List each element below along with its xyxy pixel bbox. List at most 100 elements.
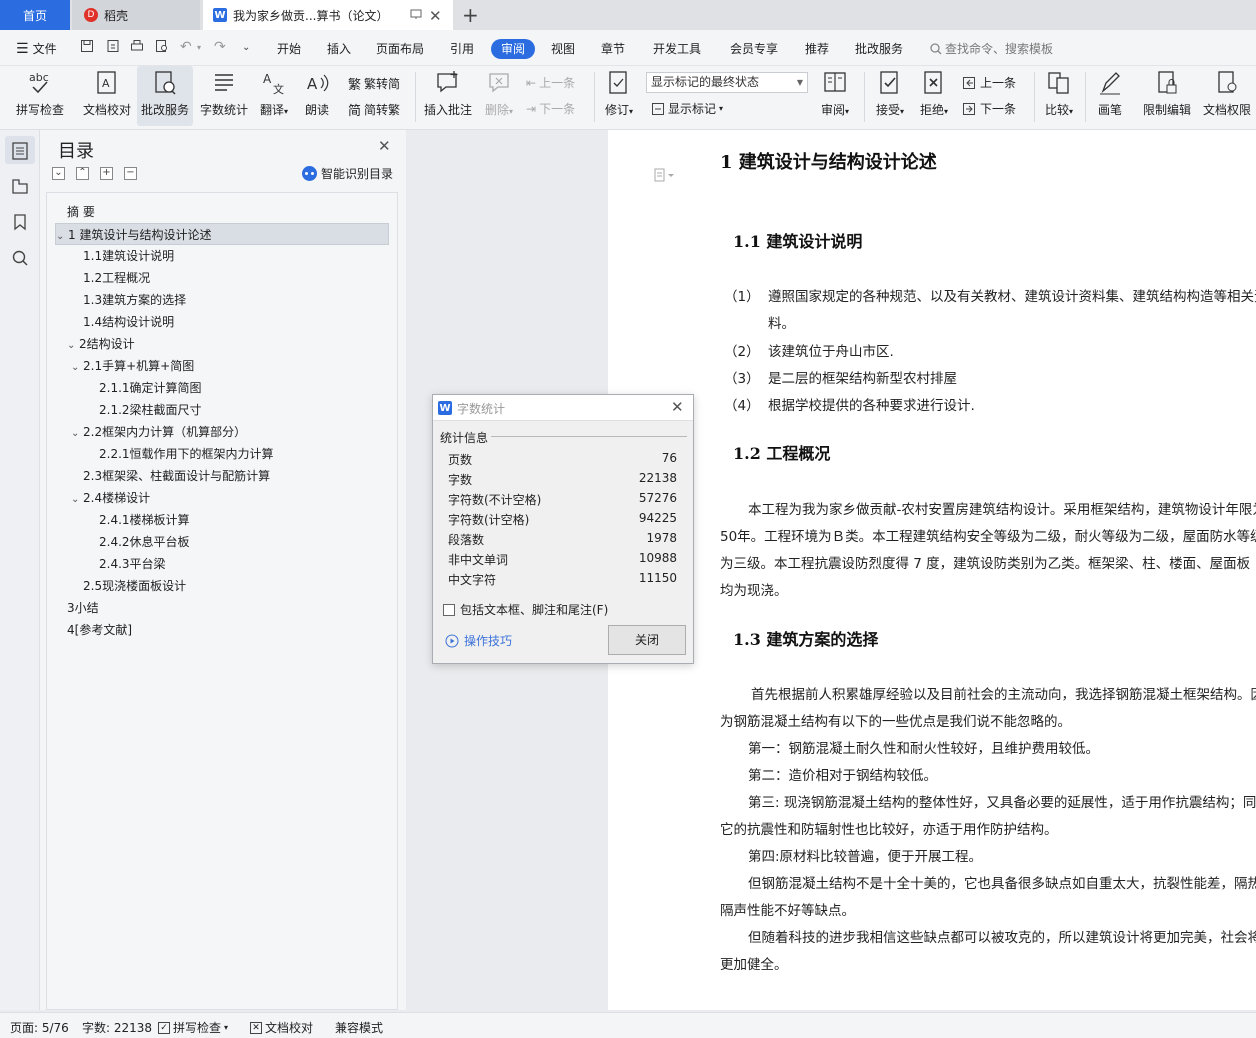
toc-item[interactable]: ⌄ 2.1手算+机算+简图 (71, 355, 194, 377)
close-button[interactable]: 关闭 (608, 625, 686, 655)
customize-chevron-icon[interactable]: ⌄ (242, 42, 250, 53)
tab-document[interactable]: W 我为家乡做贡...算书（论文） ✕ (203, 0, 453, 30)
tab-daoke[interactable]: D 稻壳 (72, 0, 200, 30)
redo-icon[interactable]: ↷ (214, 39, 226, 55)
spellcheck-button[interactable]: abc 拼写检查 (8, 66, 72, 126)
prev-change-button[interactable]: 上一条 (962, 74, 1016, 91)
toc-item[interactable]: 2.2.1恒载作用下的框架内力计算 (99, 443, 274, 465)
new-tab-icon[interactable]: + (462, 3, 479, 27)
menu-view[interactable]: 视图 (551, 40, 575, 57)
close-icon[interactable]: ✕ (378, 137, 391, 155)
print-preview-icon[interactable] (155, 39, 169, 53)
expand-up-icon[interactable]: ⌃ (76, 167, 89, 180)
toc-item[interactable]: 4[参考文献] (67, 619, 132, 641)
paragraph-options-icon[interactable] (654, 168, 676, 182)
export-pdf-icon[interactable] (106, 39, 120, 53)
restrict-edit-button[interactable]: 限制编辑 (1140, 66, 1194, 126)
pen-button[interactable]: 画笔 (1092, 66, 1128, 126)
doc-proof-button[interactable]: A 文档校对 (76, 66, 138, 126)
toc-item[interactable]: 2.1.2梁柱截面尺寸 (99, 399, 202, 421)
menu-recommend[interactable]: 推荐 (805, 40, 829, 57)
toc-item[interactable]: 2.5现浇楼面板设计 (83, 575, 186, 597)
accept-button[interactable]: 接受▾ (870, 66, 910, 126)
menu-developer[interactable]: 开发工具 (653, 40, 701, 57)
paragraph-line: 但随着科技的进步我相信这些缺点都可以被攻克的，所以建筑设计将更加完美，社会将 (748, 930, 1256, 946)
add-heading-icon[interactable]: + (100, 167, 113, 180)
close-icon[interactable]: ✕ (671, 398, 684, 416)
read-aloud-button[interactable]: A 朗读 (299, 66, 335, 126)
undo-icon[interactable]: ↶ (180, 39, 192, 55)
collapse-all-icon[interactable]: ⌄ (52, 167, 65, 180)
bookmark-icon[interactable] (11, 213, 29, 231)
toc-item[interactable]: ⌄ 2.2框架内力计算（机算部分） (71, 421, 246, 443)
toc-item[interactable]: ⌄ 1 建筑设计与结构设计论述 (55, 223, 389, 245)
toc-item[interactable]: 摘 要 (67, 201, 95, 223)
smart-toc-button[interactable]: 智能识别目录 (302, 165, 393, 182)
chevron-down-icon[interactable]: ⌄ (56, 226, 68, 248)
prev-comment-button[interactable]: ⇤ 上一条 (526, 74, 575, 91)
chevron-down-icon[interactable]: ⌄ (71, 423, 83, 445)
trad-to-simp-button[interactable]: 繁繁转简 (348, 74, 400, 93)
toc-item[interactable]: 1.1建筑设计说明 (83, 245, 174, 267)
close-tab-icon[interactable]: ✕ (429, 7, 442, 25)
menu-chapter[interactable]: 章节 (601, 40, 625, 57)
toc-item[interactable]: 2.4.1楼梯板计算 (99, 509, 190, 531)
toc-item[interactable]: 1.3建筑方案的选择 (83, 289, 186, 311)
chevron-down-icon[interactable]: ⌄ (71, 357, 83, 379)
chapter-nav-icon[interactable] (11, 177, 29, 195)
print-icon[interactable] (130, 39, 144, 53)
menu-page-layout[interactable]: 页面布局 (376, 40, 424, 57)
word-count-button[interactable]: 字数统计 (198, 66, 250, 126)
spellcheck-status[interactable]: ✓ 拼写检查 ▾ (158, 1019, 228, 1036)
reject-button[interactable]: 拒绝▾ (914, 66, 954, 126)
save-icon[interactable] (80, 39, 94, 53)
toc-item[interactable]: 3小结 (67, 597, 99, 619)
menu-review[interactable]: 审阅 (491, 39, 535, 59)
command-search[interactable]: 查找命令、搜索模板 (930, 40, 1053, 57)
monitor-icon[interactable] (410, 9, 422, 20)
tips-link[interactable]: 操作技巧 (445, 632, 512, 649)
revise-button[interactable]: 修订▾ (600, 66, 638, 126)
document-page[interactable]: 1 建筑设计与结构设计论述 1.1 建筑设计说明 （1） 遵照国家规定的各种规范、… (608, 130, 1256, 1010)
toc-item[interactable]: 2.4.3平台梁 (99, 553, 166, 575)
dialog-titlebar[interactable]: W 字数统计 ✕ (433, 395, 693, 421)
markup-state-select[interactable]: 显示标记的最终状态 ▼ (646, 72, 808, 93)
translate-button[interactable]: A文 翻译▾ (254, 66, 294, 126)
word-count-indicator[interactable]: 字数: 22138 (82, 1019, 152, 1036)
doc-proof-status[interactable]: ✕ 文档校对 (250, 1019, 313, 1036)
review-pane-button[interactable]: 审阅▾ (814, 66, 856, 126)
doc-permission-button[interactable]: 文档权限 (1200, 66, 1254, 126)
toc-item[interactable]: ⌄ 2结构设计 (67, 333, 135, 355)
simp-to-trad-button[interactable]: 简简转繁 (348, 100, 400, 119)
file-menu[interactable]: ☰ 文件 (16, 40, 57, 57)
menu-correction[interactable]: 批改服务 (855, 40, 903, 57)
search-icon[interactable] (11, 249, 29, 267)
toc-item[interactable]: 1.4结构设计说明 (83, 311, 174, 333)
menu-member[interactable]: 会员专享 (730, 40, 778, 57)
remove-heading-icon[interactable]: − (124, 167, 137, 180)
next-change-button[interactable]: 下一条 (962, 100, 1016, 117)
menu-start[interactable]: 开始 (277, 40, 301, 57)
toc-item[interactable]: 2.1.1确定计算简图 (99, 377, 202, 399)
toc-item[interactable]: 1.2工程概况 (83, 267, 150, 289)
menu-references[interactable]: 引用 (450, 40, 474, 57)
include-textbox-checkbox[interactable]: 包括文本框、脚注和尾注(F) (443, 601, 608, 618)
compare-button[interactable]: 比较▾ (1039, 66, 1079, 126)
menu-insert[interactable]: 插入 (327, 40, 351, 57)
tab-home[interactable]: 首页 (0, 0, 70, 30)
toc-item[interactable]: ⌄ 2.4楼梯设计 (71, 487, 150, 509)
toc-item[interactable]: 2.4.2休息平台板 (99, 531, 190, 553)
toc-item-label: 1.1建筑设计说明 (83, 249, 175, 263)
correction-service-button[interactable]: 批改服务 (137, 66, 193, 126)
toc-icon[interactable] (11, 142, 29, 160)
insert-comment-button[interactable]: 插入批注 (420, 66, 476, 126)
toc-item[interactable]: 2.3框架梁、柱截面设计与配筋计算 (83, 465, 270, 487)
list-item: 是二层的框架结构新型农村排屋 (768, 371, 957, 387)
next-comment-button[interactable]: ⇥ 下一条 (526, 100, 575, 117)
chevron-down-icon[interactable]: ⌄ (71, 489, 83, 511)
undo-dropdown-icon[interactable]: ▾ (197, 43, 201, 52)
delete-comment-button[interactable]: 删除▾ (480, 66, 518, 126)
page-indicator[interactable]: 页面: 5/76 (10, 1019, 69, 1036)
show-markup-button[interactable]: 显示标记 ▾ (651, 100, 723, 117)
chevron-down-icon[interactable]: ⌄ (67, 335, 79, 357)
